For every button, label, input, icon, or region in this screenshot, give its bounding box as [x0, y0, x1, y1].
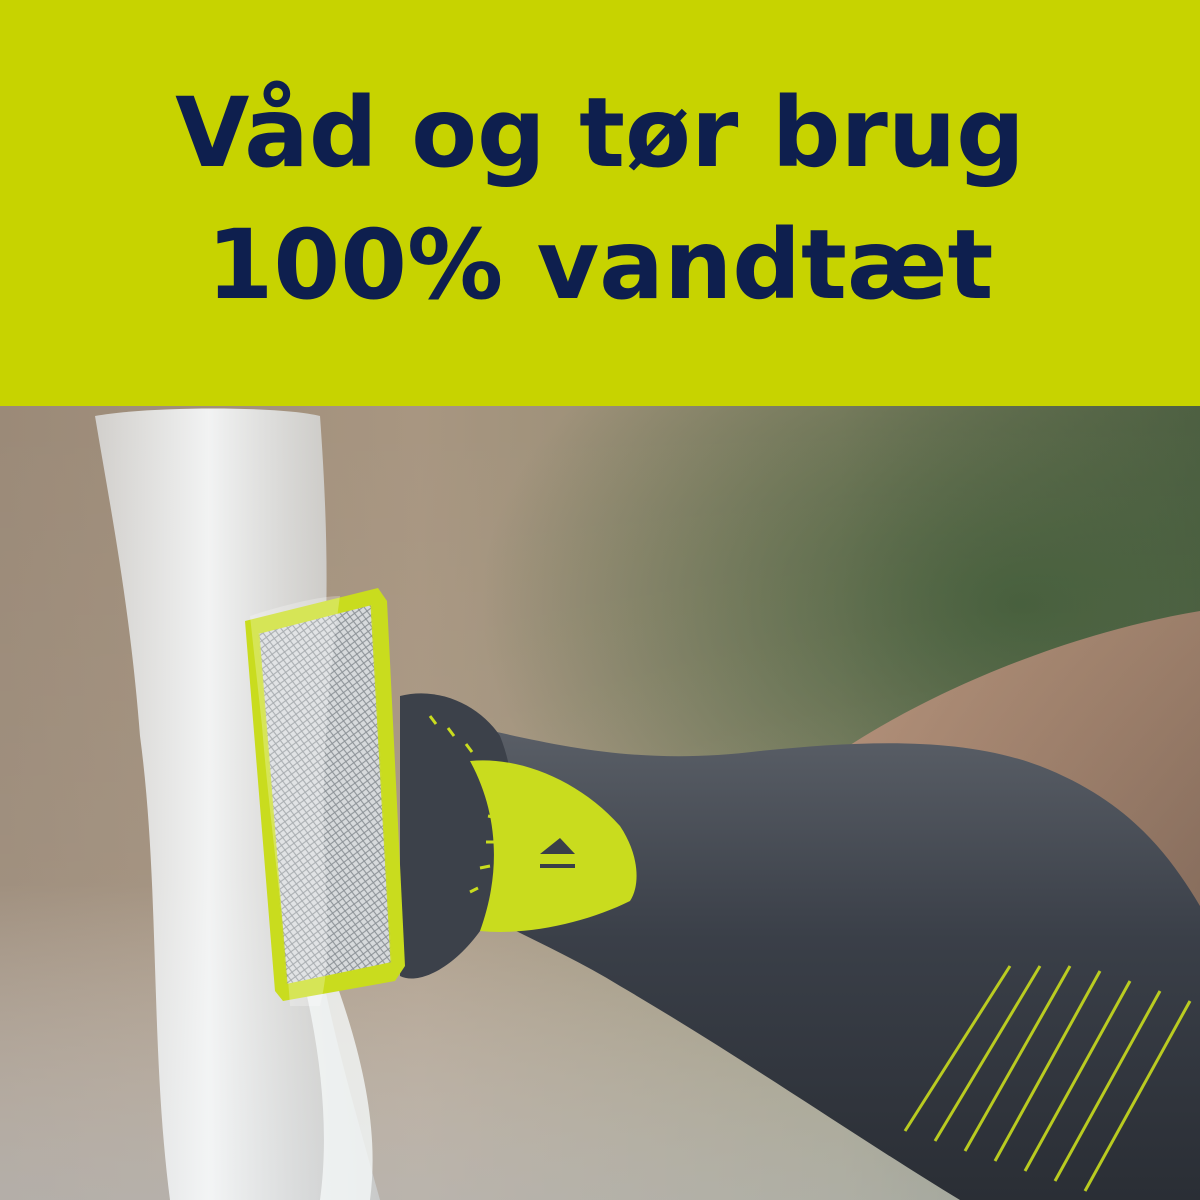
headline-line-2: 100% vandtæt	[206, 209, 994, 321]
headline-line-1: Våd og tør brug	[175, 77, 1025, 189]
headline-banner: Våd og tør brug 100% vandtæt	[0, 0, 1200, 406]
product-image-card: Våd og tør brug 100% vandtæt	[0, 0, 1200, 1200]
product-photo	[0, 406, 1200, 1200]
